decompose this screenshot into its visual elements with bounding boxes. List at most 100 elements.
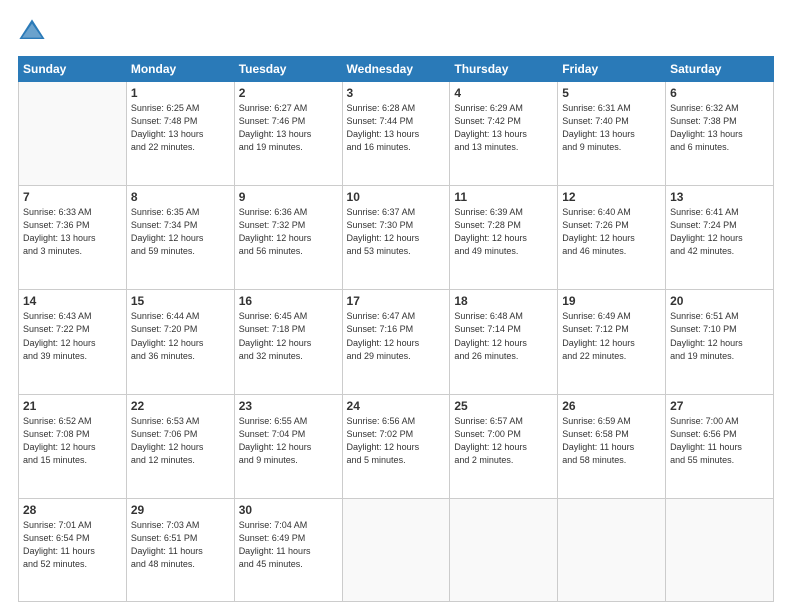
day-info: Sunrise: 6:28 AMSunset: 7:44 PMDaylight:… — [347, 102, 446, 154]
logo-icon — [18, 18, 46, 46]
weekday-header-monday: Monday — [126, 57, 234, 82]
day-info: Sunrise: 6:53 AMSunset: 7:06 PMDaylight:… — [131, 415, 230, 467]
day-info: Sunrise: 6:36 AMSunset: 7:32 PMDaylight:… — [239, 206, 338, 258]
calendar-cell: 3 Sunrise: 6:28 AMSunset: 7:44 PMDaylight… — [342, 82, 450, 186]
day-number: 27 — [670, 399, 769, 413]
week-row-2: 7Sunrise: 6:33 AMSunset: 7:36 PMDaylight… — [19, 186, 774, 290]
day-number: 10 — [347, 190, 446, 204]
calendar-cell: 20 Sunrise: 6:51 AMSunset: 7:10 PMDayligh… — [666, 290, 774, 394]
weekday-header-thursday: Thursday — [450, 57, 558, 82]
day-info: Sunrise: 6:57 AMSunset: 7:00 PMDaylight:… — [454, 415, 553, 467]
calendar-cell: 22 Sunrise: 6:53 AMSunset: 7:06 PMDayligh… — [126, 394, 234, 498]
calendar-cell: 30Sunrise: 7:04 AMSunset: 6:49 PMDayligh… — [234, 498, 342, 601]
day-number: 15 — [131, 294, 230, 308]
day-info: Sunrise: 7:03 AMSunset: 6:51 PMDaylight:… — [131, 519, 230, 571]
day-number: 1 — [131, 86, 230, 100]
calendar-cell: 5 Sunrise: 6:31 AMSunset: 7:40 PMDaylight… — [558, 82, 666, 186]
calendar-cell: 9 Sunrise: 6:36 AMSunset: 7:32 PMDaylight… — [234, 186, 342, 290]
day-number: 6 — [670, 86, 769, 100]
day-info: Sunrise: 6:27 AMSunset: 7:46 PMDaylight:… — [239, 102, 338, 154]
page: SundayMondayTuesdayWednesdayThursdayFrid… — [0, 0, 792, 612]
calendar-cell: 25Sunrise: 6:57 AMSunset: 7:00 PMDayligh… — [450, 394, 558, 498]
day-number: 9 — [239, 190, 338, 204]
weekday-header-sunday: Sunday — [19, 57, 127, 82]
day-number: 20 — [670, 294, 769, 308]
day-number: 8 — [131, 190, 230, 204]
logo — [18, 18, 50, 46]
day-number: 2 — [239, 86, 338, 100]
day-info: Sunrise: 6:48 AMSunset: 7:14 PMDaylight:… — [454, 310, 553, 362]
calendar-cell: 16 Sunrise: 6:45 AMSunset: 7:18 PMDayligh… — [234, 290, 342, 394]
weekday-header-friday: Friday — [558, 57, 666, 82]
week-row-1: 1 Sunrise: 6:25 AMSunset: 7:48 PMDaylight… — [19, 82, 774, 186]
weekday-header-saturday: Saturday — [666, 57, 774, 82]
day-number: 22 — [131, 399, 230, 413]
day-info: Sunrise: 6:35 AMSunset: 7:34 PMDaylight:… — [131, 206, 230, 258]
day-number: 19 — [562, 294, 661, 308]
calendar-table: SundayMondayTuesdayWednesdayThursdayFrid… — [18, 56, 774, 602]
calendar-cell: 29 Sunrise: 7:03 AMSunset: 6:51 PMDayligh… — [126, 498, 234, 601]
day-number: 24 — [347, 399, 446, 413]
calendar-cell: 12 Sunrise: 6:40 AMSunset: 7:26 PMDayligh… — [558, 186, 666, 290]
calendar-cell — [450, 498, 558, 601]
week-row-5: 28Sunrise: 7:01 AMSunset: 6:54 PMDayligh… — [19, 498, 774, 601]
day-info: Sunrise: 6:55 AMSunset: 7:04 PMDaylight:… — [239, 415, 338, 467]
day-info: Sunrise: 6:31 AMSunset: 7:40 PMDaylight:… — [562, 102, 661, 154]
calendar-cell: 17Sunrise: 6:47 AMSunset: 7:16 PMDayligh… — [342, 290, 450, 394]
day-info: Sunrise: 6:29 AMSunset: 7:42 PMDaylight:… — [454, 102, 553, 154]
calendar-cell — [558, 498, 666, 601]
calendar-cell: 10 Sunrise: 6:37 AMSunset: 7:30 PMDayligh… — [342, 186, 450, 290]
weekday-header-wednesday: Wednesday — [342, 57, 450, 82]
calendar-cell: 23 Sunrise: 6:55 AMSunset: 7:04 PMDayligh… — [234, 394, 342, 498]
calendar-cell: 7Sunrise: 6:33 AMSunset: 7:36 PMDaylight… — [19, 186, 127, 290]
day-info: Sunrise: 6:33 AMSunset: 7:36 PMDaylight:… — [23, 206, 122, 258]
calendar-cell: 28Sunrise: 7:01 AMSunset: 6:54 PMDayligh… — [19, 498, 127, 601]
day-number: 29 — [131, 503, 230, 517]
weekday-header-row: SundayMondayTuesdayWednesdayThursdayFrid… — [19, 57, 774, 82]
calendar-cell: 11 Sunrise: 6:39 AMSunset: 7:28 PMDayligh… — [450, 186, 558, 290]
day-info: Sunrise: 6:43 AMSunset: 7:22 PMDaylight:… — [23, 310, 122, 362]
calendar-cell: 6 Sunrise: 6:32 AMSunset: 7:38 PMDaylight… — [666, 82, 774, 186]
calendar-cell: 27 Sunrise: 7:00 AMSunset: 6:56 PMDayligh… — [666, 394, 774, 498]
day-info: Sunrise: 6:40 AMSunset: 7:26 PMDaylight:… — [562, 206, 661, 258]
calendar-cell: 19Sunrise: 6:49 AMSunset: 7:12 PMDayligh… — [558, 290, 666, 394]
calendar-cell: 26 Sunrise: 6:59 AMSunset: 6:58 PMDayligh… — [558, 394, 666, 498]
calendar-cell — [19, 82, 127, 186]
day-number: 23 — [239, 399, 338, 413]
day-number: 26 — [562, 399, 661, 413]
day-info: Sunrise: 7:04 AMSunset: 6:49 PMDaylight:… — [239, 519, 338, 571]
day-info: Sunrise: 6:59 AMSunset: 6:58 PMDaylight:… — [562, 415, 661, 467]
day-number: 28 — [23, 503, 122, 517]
day-info: Sunrise: 6:39 AMSunset: 7:28 PMDaylight:… — [454, 206, 553, 258]
day-number: 3 — [347, 86, 446, 100]
week-row-4: 21 Sunrise: 6:52 AMSunset: 7:08 PMDayligh… — [19, 394, 774, 498]
day-info: Sunrise: 6:51 AMSunset: 7:10 PMDaylight:… — [670, 310, 769, 362]
week-row-3: 14 Sunrise: 6:43 AMSunset: 7:22 PMDayligh… — [19, 290, 774, 394]
day-info: Sunrise: 6:37 AMSunset: 7:30 PMDaylight:… — [347, 206, 446, 258]
header — [18, 18, 774, 46]
day-info: Sunrise: 6:52 AMSunset: 7:08 PMDaylight:… — [23, 415, 122, 467]
day-info: Sunrise: 6:41 AMSunset: 7:24 PMDaylight:… — [670, 206, 769, 258]
day-number: 18 — [454, 294, 553, 308]
calendar-cell: 1 Sunrise: 6:25 AMSunset: 7:48 PMDaylight… — [126, 82, 234, 186]
day-info: Sunrise: 6:32 AMSunset: 7:38 PMDaylight:… — [670, 102, 769, 154]
day-number: 21 — [23, 399, 122, 413]
day-number: 4 — [454, 86, 553, 100]
day-info: Sunrise: 6:25 AMSunset: 7:48 PMDaylight:… — [131, 102, 230, 154]
calendar-cell: 13Sunrise: 6:41 AMSunset: 7:24 PMDayligh… — [666, 186, 774, 290]
calendar-cell: 24Sunrise: 6:56 AMSunset: 7:02 PMDayligh… — [342, 394, 450, 498]
calendar-cell — [666, 498, 774, 601]
day-number: 11 — [454, 190, 553, 204]
day-number: 12 — [562, 190, 661, 204]
calendar-cell: 14 Sunrise: 6:43 AMSunset: 7:22 PMDayligh… — [19, 290, 127, 394]
day-info: Sunrise: 6:47 AMSunset: 7:16 PMDaylight:… — [347, 310, 446, 362]
day-info: Sunrise: 6:45 AMSunset: 7:18 PMDaylight:… — [239, 310, 338, 362]
day-info: Sunrise: 6:44 AMSunset: 7:20 PMDaylight:… — [131, 310, 230, 362]
day-number: 5 — [562, 86, 661, 100]
day-number: 14 — [23, 294, 122, 308]
day-number: 16 — [239, 294, 338, 308]
day-info: Sunrise: 7:00 AMSunset: 6:56 PMDaylight:… — [670, 415, 769, 467]
weekday-header-tuesday: Tuesday — [234, 57, 342, 82]
calendar-cell — [342, 498, 450, 601]
calendar-cell: 21 Sunrise: 6:52 AMSunset: 7:08 PMDayligh… — [19, 394, 127, 498]
